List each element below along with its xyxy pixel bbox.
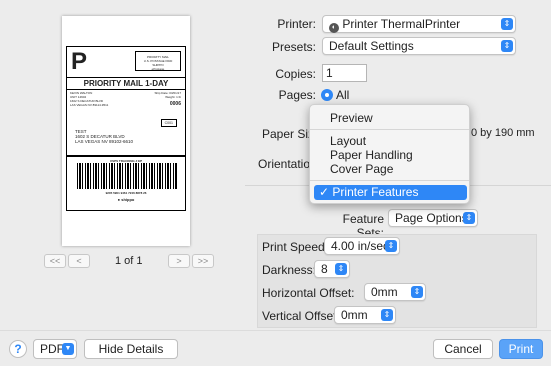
- help-button[interactable]: ?: [9, 340, 27, 358]
- brand-name: shippo: [121, 197, 135, 202]
- cancel-button[interactable]: Cancel: [433, 339, 493, 359]
- bottom-bar: ? PDF ▼ Hide Details Cancel Print: [0, 330, 551, 366]
- to-line: LAS VEGAS NV 89102-6610: [75, 139, 134, 144]
- printer-value: Printer ThermalPrinter: [342, 17, 461, 31]
- copies-field[interactable]: 1: [322, 64, 367, 82]
- brand-logo: ● shippo: [67, 197, 185, 202]
- paper-size-value: 0 by 190 mm: [471, 127, 535, 139]
- printer-label: Printer:: [277, 17, 316, 31]
- chevron-updown-icon: ⇕: [385, 240, 397, 252]
- presets-value: Default Settings: [329, 39, 414, 53]
- ship-info: Ship Date: 03/01/17 Weight: 1 lb: [154, 91, 181, 99]
- pdf-label: PDF: [40, 342, 64, 356]
- presets-popup[interactable]: Default Settings ⇕: [322, 37, 516, 55]
- print-button[interactable]: Print: [499, 339, 543, 359]
- panel-menu: Preview Layout Paper Handling Cover Page…: [309, 104, 470, 204]
- menu-item-label: Printer Features: [332, 185, 419, 199]
- vertical-offset-value: 0mm: [341, 308, 368, 322]
- menu-separator: [310, 180, 469, 181]
- printer-popup[interactable]: ◐ Printer ThermalPrinter ⇕: [322, 15, 516, 33]
- postage-line: ePostage: [151, 67, 165, 71]
- print-speed-popup[interactable]: 4.00 in/sec ⇕: [324, 237, 400, 255]
- printer-status-icon: ◐: [329, 23, 339, 33]
- label-preview: P PRIORITY MAIL U.S. POSTAGE PAID SHIPPO…: [62, 16, 190, 246]
- next-page-button[interactable]: >: [168, 254, 190, 268]
- pdf-menu-button[interactable]: PDF ▼: [33, 339, 77, 359]
- ship-weight: Weight: 1 lb: [165, 95, 181, 99]
- barcode: [77, 163, 177, 189]
- copies-label: Copies:: [275, 67, 316, 81]
- route-code: C001: [160, 119, 177, 127]
- tracking-number: 9205 5901 9461 7246 8878 26: [105, 191, 147, 195]
- print-speed-value: 4.00 in/sec: [331, 239, 390, 253]
- print-speed-label: Print Speed:: [262, 240, 329, 254]
- checkmark-icon: ✓: [319, 185, 330, 199]
- shippo-icon: ●: [117, 197, 121, 202]
- chevron-updown-icon: ⇕: [501, 40, 513, 52]
- feature-sets-popup[interactable]: Page Options ⇕: [388, 209, 478, 227]
- to-address: TEST 1602 S DECATUR BLVD LAS VEGAS NV 89…: [75, 129, 155, 144]
- zip-code: 0006: [169, 101, 181, 107]
- chevron-updown-icon: ⇕: [463, 212, 475, 224]
- presets-label: Presets:: [271, 40, 316, 54]
- priority-letter: P: [71, 48, 88, 75]
- last-page-button[interactable]: >>: [192, 254, 214, 268]
- menu-item-paper-handling[interactable]: Paper Handling: [310, 149, 469, 162]
- menu-item-printer-features[interactable]: ✓ Printer Features: [314, 185, 467, 200]
- horizontal-offset-value: 0mm: [371, 285, 398, 299]
- chevron-updown-icon: ⇕: [501, 18, 513, 30]
- page-indicator: 1 of 1: [115, 255, 143, 267]
- shipping-label: P PRIORITY MAIL U.S. POSTAGE PAID SHIPPO…: [66, 46, 186, 211]
- horizontal-offset-label: Horizontal Offset:: [262, 286, 355, 300]
- horizontal-offset-popup[interactable]: 0mm ⇕: [364, 283, 426, 301]
- menu-item-cover-page[interactable]: Cover Page: [310, 163, 469, 176]
- darkness-popup[interactable]: 8 ⇕: [314, 260, 350, 278]
- from-address: KEVIN WALTON UNIT 14602 1602 S DECATUR B…: [70, 91, 130, 107]
- chevron-down-icon: ▼: [62, 343, 74, 355]
- menu-separator: [310, 129, 469, 130]
- first-page-button[interactable]: <<: [44, 254, 66, 268]
- menu-item-layout[interactable]: Layout: [310, 135, 469, 148]
- postage-box: PRIORITY MAIL U.S. POSTAGE PAID SHIPPO e…: [135, 51, 181, 71]
- prev-page-button[interactable]: <: [68, 254, 90, 268]
- pages-all-radio[interactable]: [321, 89, 333, 101]
- pages-all-label: All: [336, 88, 350, 102]
- hide-details-button[interactable]: Hide Details: [84, 339, 178, 359]
- darkness-value: 8: [321, 262, 328, 276]
- chevron-updown-icon: ⇕: [411, 286, 423, 298]
- vertical-offset-popup[interactable]: 0mm ⇕: [334, 306, 396, 324]
- chevron-updown-icon: ⇕: [381, 309, 393, 321]
- chevron-updown-icon: ⇕: [335, 263, 347, 275]
- darkness-label: Darkness:: [262, 263, 317, 277]
- service-title: PRIORITY MAIL 1-DAY: [67, 77, 185, 90]
- pages-label: Pages:: [278, 88, 316, 102]
- feature-sets-value: Page Options: [395, 211, 468, 225]
- vertical-offset-label: Vertical Offset:: [262, 309, 340, 323]
- preview-pane: P PRIORITY MAIL U.S. POSTAGE PAID SHIPPO…: [0, 0, 245, 290]
- menu-item-preview[interactable]: Preview: [310, 112, 469, 125]
- tracking-label: USPS TRACKING # EP: [67, 155, 185, 163]
- from-line: LAS VEGAS NV 89114-9511: [70, 103, 109, 107]
